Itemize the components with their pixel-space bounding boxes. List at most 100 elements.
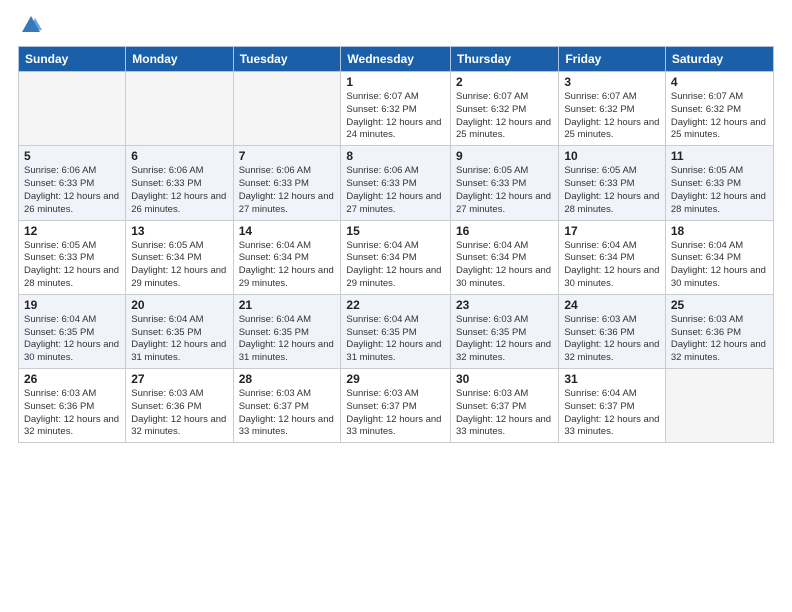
calendar-cell: 25 Sunrise: 6:03 AM Sunset: 6:36 PM Dayli… <box>665 294 773 368</box>
col-header-friday: Friday <box>559 47 666 72</box>
calendar-cell: 14Sunrise: 6:04 AM Sunset: 6:34 PM Dayli… <box>233 220 341 294</box>
day-info: Sunrise: 6:04 AM Sunset: 6:34 PM Dayligh… <box>239 240 336 291</box>
calendar-cell: 22 Sunrise: 6:04 AM Sunset: 6:35 PM Dayli… <box>341 294 451 368</box>
calendar-cell: 12Sunrise: 6:05 AM Sunset: 6:33 PM Dayli… <box>19 220 126 294</box>
calendar-week-row: 5 Sunrise: 6:06 AM Sunset: 6:33 PM Daylig… <box>19 146 774 220</box>
day-info: Sunrise: 6:06 AM Sunset: 6:33 PM Dayligh… <box>131 165 227 216</box>
calendar-cell <box>665 369 773 443</box>
calendar-cell: 29Sunrise: 6:03 AM Sunset: 6:37 PM Dayli… <box>341 369 451 443</box>
day-number: 30 <box>456 372 553 386</box>
calendar-cell: 21 Sunrise: 6:04 AM Sunset: 6:35 PM Dayli… <box>233 294 341 368</box>
day-number: 25 <box>671 298 768 312</box>
calendar-week-row: 19 Sunrise: 6:04 AM Sunset: 6:35 PM Dayli… <box>19 294 774 368</box>
calendar-cell: 30 Sunrise: 6:03 AM Sunset: 6:37 PM Dayli… <box>451 369 559 443</box>
calendar-cell: 27 Sunrise: 6:03 AM Sunset: 6:36 PM Dayli… <box>126 369 233 443</box>
calendar-cell: 17 Sunrise: 6:04 AM Sunset: 6:34 PM Dayli… <box>559 220 666 294</box>
day-number: 2 <box>456 75 553 89</box>
day-info: Sunrise: 6:04 AM Sunset: 6:35 PM Dayligh… <box>24 314 120 365</box>
day-info: Sunrise: 6:04 AM Sunset: 6:34 PM Dayligh… <box>564 240 660 291</box>
calendar: SundayMondayTuesdayWednesdayThursdayFrid… <box>18 46 774 443</box>
calendar-cell: 9 Sunrise: 6:05 AM Sunset: 6:33 PM Daylig… <box>451 146 559 220</box>
day-info: Sunrise: 6:03 AM Sunset: 6:35 PM Dayligh… <box>456 314 553 365</box>
day-info: Sunrise: 6:03 AM Sunset: 6:36 PM Dayligh… <box>131 388 227 439</box>
day-number: 4 <box>671 75 768 89</box>
day-number: 10 <box>564 149 660 163</box>
day-number: 24 <box>564 298 660 312</box>
calendar-cell: 20 Sunrise: 6:04 AM Sunset: 6:35 PM Dayli… <box>126 294 233 368</box>
calendar-cell: 19 Sunrise: 6:04 AM Sunset: 6:35 PM Dayli… <box>19 294 126 368</box>
day-number: 19 <box>24 298 120 312</box>
logo-icon <box>20 14 42 36</box>
calendar-cell: 13 Sunrise: 6:05 AM Sunset: 6:34 PM Dayli… <box>126 220 233 294</box>
day-number: 16 <box>456 224 553 238</box>
calendar-cell: 24 Sunrise: 6:03 AM Sunset: 6:36 PM Dayli… <box>559 294 666 368</box>
day-info: Sunrise: 6:05 AM Sunset: 6:33 PM Dayligh… <box>564 165 660 216</box>
day-info: Sunrise: 6:06 AM Sunset: 6:33 PM Dayligh… <box>346 165 445 216</box>
col-header-wednesday: Wednesday <box>341 47 451 72</box>
logo <box>18 16 42 36</box>
calendar-cell: 3 Sunrise: 6:07 AM Sunset: 6:32 PM Daylig… <box>559 72 666 146</box>
calendar-cell: 10 Sunrise: 6:05 AM Sunset: 6:33 PM Dayli… <box>559 146 666 220</box>
calendar-cell: 15 Sunrise: 6:04 AM Sunset: 6:34 PM Dayli… <box>341 220 451 294</box>
day-number: 7 <box>239 149 336 163</box>
col-header-saturday: Saturday <box>665 47 773 72</box>
day-number: 6 <box>131 149 227 163</box>
calendar-cell: 11Sunrise: 6:05 AM Sunset: 6:33 PM Dayli… <box>665 146 773 220</box>
day-number: 23 <box>456 298 553 312</box>
day-number: 21 <box>239 298 336 312</box>
day-number: 11 <box>671 149 768 163</box>
day-info: Sunrise: 6:04 AM Sunset: 6:35 PM Dayligh… <box>346 314 445 365</box>
day-number: 13 <box>131 224 227 238</box>
day-info: Sunrise: 6:04 AM Sunset: 6:34 PM Dayligh… <box>671 240 768 291</box>
day-info: Sunrise: 6:03 AM Sunset: 6:37 PM Dayligh… <box>456 388 553 439</box>
day-info: Sunrise: 6:06 AM Sunset: 6:33 PM Dayligh… <box>24 165 120 216</box>
day-number: 31 <box>564 372 660 386</box>
day-number: 18 <box>671 224 768 238</box>
day-info: Sunrise: 6:03 AM Sunset: 6:36 PM Dayligh… <box>24 388 120 439</box>
day-info: Sunrise: 6:04 AM Sunset: 6:37 PM Dayligh… <box>564 388 660 439</box>
calendar-week-row: 12Sunrise: 6:05 AM Sunset: 6:33 PM Dayli… <box>19 220 774 294</box>
calendar-cell: 7 Sunrise: 6:06 AM Sunset: 6:33 PM Daylig… <box>233 146 341 220</box>
calendar-week-row: 1 Sunrise: 6:07 AM Sunset: 6:32 PM Daylig… <box>19 72 774 146</box>
day-info: Sunrise: 6:04 AM Sunset: 6:34 PM Dayligh… <box>346 240 445 291</box>
calendar-cell: 23 Sunrise: 6:03 AM Sunset: 6:35 PM Dayli… <box>451 294 559 368</box>
day-info: Sunrise: 6:07 AM Sunset: 6:32 PM Dayligh… <box>456 91 553 142</box>
calendar-cell <box>233 72 341 146</box>
col-header-tuesday: Tuesday <box>233 47 341 72</box>
day-number: 1 <box>346 75 445 89</box>
day-info: Sunrise: 6:06 AM Sunset: 6:33 PM Dayligh… <box>239 165 336 216</box>
day-info: Sunrise: 6:07 AM Sunset: 6:32 PM Dayligh… <box>346 91 445 142</box>
day-info: Sunrise: 6:04 AM Sunset: 6:35 PM Dayligh… <box>131 314 227 365</box>
day-info: Sunrise: 6:07 AM Sunset: 6:32 PM Dayligh… <box>564 91 660 142</box>
calendar-cell: 1 Sunrise: 6:07 AM Sunset: 6:32 PM Daylig… <box>341 72 451 146</box>
calendar-cell: 18 Sunrise: 6:04 AM Sunset: 6:34 PM Dayli… <box>665 220 773 294</box>
col-header-thursday: Thursday <box>451 47 559 72</box>
calendar-header-row: SundayMondayTuesdayWednesdayThursdayFrid… <box>19 47 774 72</box>
calendar-cell: 5 Sunrise: 6:06 AM Sunset: 6:33 PM Daylig… <box>19 146 126 220</box>
page: SundayMondayTuesdayWednesdayThursdayFrid… <box>0 0 792 612</box>
day-info: Sunrise: 6:05 AM Sunset: 6:34 PM Dayligh… <box>131 240 227 291</box>
day-number: 27 <box>131 372 227 386</box>
day-info: Sunrise: 6:03 AM Sunset: 6:36 PM Dayligh… <box>671 314 768 365</box>
calendar-cell: 28Sunrise: 6:03 AM Sunset: 6:37 PM Dayli… <box>233 369 341 443</box>
day-number: 17 <box>564 224 660 238</box>
day-number: 15 <box>346 224 445 238</box>
day-info: Sunrise: 6:05 AM Sunset: 6:33 PM Dayligh… <box>24 240 120 291</box>
day-number: 26 <box>24 372 120 386</box>
day-info: Sunrise: 6:05 AM Sunset: 6:33 PM Dayligh… <box>456 165 553 216</box>
day-number: 5 <box>24 149 120 163</box>
day-number: 9 <box>456 149 553 163</box>
calendar-cell: 8 Sunrise: 6:06 AM Sunset: 6:33 PM Daylig… <box>341 146 451 220</box>
day-number: 3 <box>564 75 660 89</box>
day-info: Sunrise: 6:03 AM Sunset: 6:36 PM Dayligh… <box>564 314 660 365</box>
calendar-cell <box>19 72 126 146</box>
day-info: Sunrise: 6:03 AM Sunset: 6:37 PM Dayligh… <box>346 388 445 439</box>
day-info: Sunrise: 6:04 AM Sunset: 6:35 PM Dayligh… <box>239 314 336 365</box>
calendar-cell: 31 Sunrise: 6:04 AM Sunset: 6:37 PM Dayli… <box>559 369 666 443</box>
day-number: 28 <box>239 372 336 386</box>
calendar-cell <box>126 72 233 146</box>
day-info: Sunrise: 6:04 AM Sunset: 6:34 PM Dayligh… <box>456 240 553 291</box>
day-number: 20 <box>131 298 227 312</box>
day-number: 8 <box>346 149 445 163</box>
day-number: 22 <box>346 298 445 312</box>
